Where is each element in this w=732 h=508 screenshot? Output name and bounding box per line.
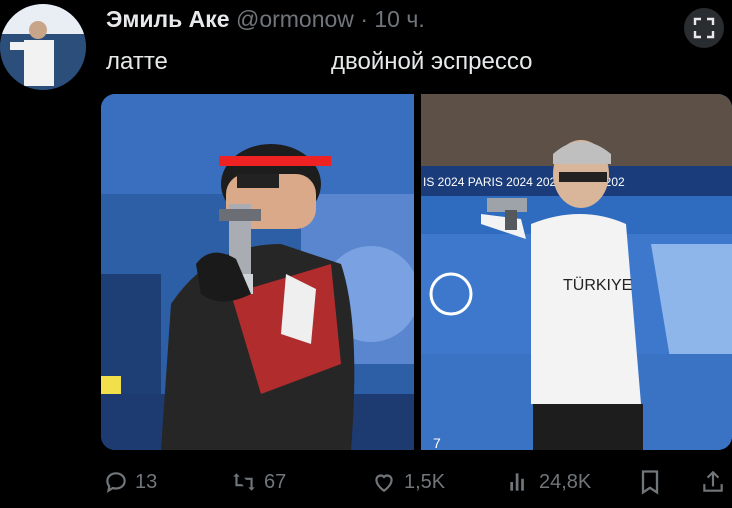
- expand-icon: [693, 17, 715, 39]
- bookmark-button[interactable]: [638, 462, 662, 502]
- reply-button[interactable]: 13: [103, 462, 157, 502]
- caption-right: двойной эспрессо: [331, 48, 533, 75]
- reply-icon: [106, 472, 126, 493]
- retweet-count: 67: [264, 470, 287, 493]
- shirt-text: TÜRKIYE: [563, 276, 632, 294]
- photo-right-illustration: IS 2024 PARIS 2024 2024 PARIS 202 TÜRKIY…: [421, 94, 732, 450]
- reply-count: 13: [135, 470, 158, 493]
- timestamp[interactable]: 10 ч.: [374, 6, 424, 32]
- separator: ·: [360, 6, 368, 32]
- share-icon: [703, 470, 723, 492]
- photo-left[interactable]: [101, 94, 414, 450]
- bar-chart-icon: [510, 473, 524, 491]
- bottom-number: 7: [433, 435, 441, 450]
- share-button[interactable]: [700, 462, 726, 502]
- photo-right[interactable]: IS 2024 PARIS 2024 2024 PARIS 202 TÜRKIY…: [421, 94, 732, 450]
- like-count: 1,5K: [404, 470, 446, 493]
- photo-left-illustration: [101, 94, 414, 450]
- retweet-button[interactable]: 67: [230, 462, 286, 502]
- author-name[interactable]: Эмиль Аке: [106, 6, 230, 32]
- views-count: 24,8K: [539, 470, 592, 493]
- author-handle[interactable]: @ormonow: [236, 6, 354, 32]
- caption-left: латте: [106, 48, 168, 75]
- bookmark-icon: [641, 470, 659, 495]
- views-button[interactable]: 24,8K: [505, 462, 591, 502]
- avatar[interactable]: [0, 4, 86, 90]
- like-button[interactable]: 1,5K: [370, 462, 445, 502]
- expand-button[interactable]: [684, 8, 724, 48]
- heart-icon: [375, 474, 393, 492]
- action-bar: 13 67 1,5K 24,8K: [0, 462, 732, 502]
- avatar-image: [0, 4, 86, 90]
- retweet-icon: [233, 473, 255, 491]
- tweet-header: Эмиль Аке @ormonow · 10 ч.: [106, 6, 425, 33]
